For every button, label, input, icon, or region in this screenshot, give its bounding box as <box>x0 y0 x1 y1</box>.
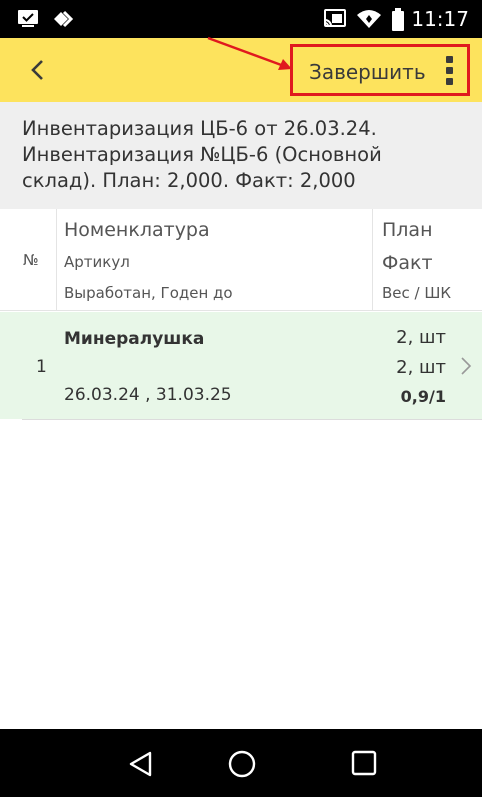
header-dates: Выработан, Годен до <box>64 284 233 302</box>
row-weight: 0,9/1 <box>400 387 446 406</box>
row-num: 1 <box>36 357 47 377</box>
row-fact: 2, шт <box>396 357 446 378</box>
document-summary: склад). План: 2,000. Факт: 2,000 <box>22 169 356 192</box>
screen-check-icon <box>16 8 40 34</box>
row-dates: 26.03.24 , 31.03.25 <box>64 385 232 405</box>
more-vertical-icon[interactable] <box>443 56 455 86</box>
header-plan: План <box>382 219 433 241</box>
header-num: № <box>23 251 39 269</box>
back-button[interactable] <box>22 52 56 88</box>
diamond-arrows-icon <box>52 8 78 34</box>
finish-button[interactable]: Завершить <box>309 60 426 84</box>
home-circle-icon[interactable] <box>227 749 257 779</box>
clock: 11:17 <box>411 7 469 31</box>
header-article: Артикул <box>64 253 130 271</box>
row-plan: 2, шт <box>396 327 446 348</box>
header-weight: Вес / ШК <box>382 284 452 302</box>
battery-icon <box>391 8 405 36</box>
wifi-icon <box>356 8 382 34</box>
header-name: Номенклатура <box>64 219 210 241</box>
annotation-arrow-icon <box>207 36 292 70</box>
table-header: № Номенклатура Артикул Выработан, Годен … <box>0 209 482 311</box>
column-divider <box>56 209 57 311</box>
header-fact: Факт <box>382 252 433 274</box>
document-description: Инвентаризация №ЦБ-6 (Основной <box>22 143 382 166</box>
cast-icon <box>322 8 348 34</box>
chevron-left-icon <box>31 60 43 80</box>
document-title: Инвентаризация ЦБ-6 от 26.03.24. <box>22 117 377 140</box>
recents-square-icon[interactable] <box>350 749 380 779</box>
document-header: Инвентаризация ЦБ-6 от 26.03.24. Инвента… <box>0 102 482 209</box>
finish-highlight: Завершить <box>290 44 470 96</box>
row-name: Минералушка <box>64 329 205 349</box>
row-divider <box>22 419 482 420</box>
table-row[interactable]: 1 Минералушка 26.03.24 , 31.03.25 2, шт … <box>0 312 482 419</box>
navigation-bar <box>0 729 482 797</box>
back-triangle-icon[interactable] <box>126 749 156 779</box>
column-divider <box>372 209 373 311</box>
chevron-right-icon <box>461 357 472 375</box>
